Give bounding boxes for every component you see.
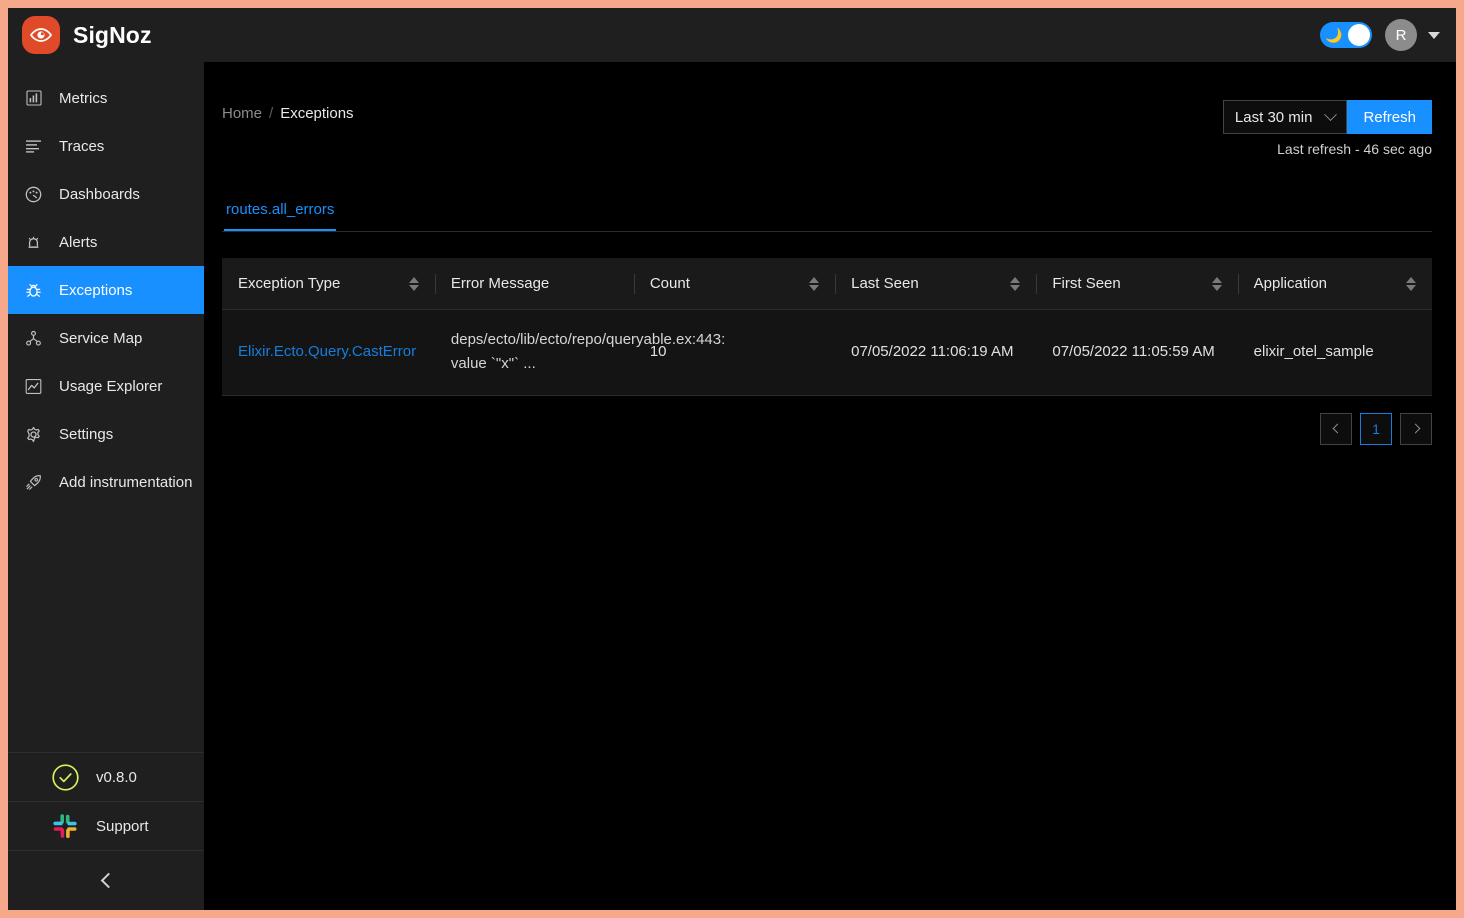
column-header-error-message[interactable]: Error Message bbox=[434, 258, 634, 310]
time-range-select[interactable]: Last 30 min bbox=[1222, 100, 1348, 134]
line-chart-icon bbox=[25, 378, 42, 395]
exceptions-table: Exception Type Error Message Count Last … bbox=[222, 258, 1432, 445]
brand-logo[interactable]: SigNoz bbox=[14, 16, 152, 54]
tab-routes-all-errors[interactable]: routes.all_errors bbox=[224, 201, 337, 231]
rocket-icon bbox=[25, 474, 42, 491]
column-label: Application bbox=[1253, 275, 1328, 292]
tab-bar: routes.all_errors bbox=[222, 201, 1432, 232]
column-header-first-seen[interactable]: First Seen bbox=[1036, 258, 1238, 310]
sidebar-item-service-map[interactable]: Service Map bbox=[8, 314, 204, 362]
pagination-page-1[interactable]: 1 bbox=[1360, 412, 1392, 445]
sort-icon[interactable] bbox=[809, 276, 820, 291]
column-label: Last Seen bbox=[851, 275, 919, 292]
caret-down-icon[interactable] bbox=[1428, 31, 1440, 39]
sort-icon[interactable] bbox=[1406, 276, 1416, 291]
sort-icon[interactable] bbox=[1211, 276, 1222, 291]
eye-icon bbox=[22, 16, 60, 54]
brand-name: SigNoz bbox=[73, 21, 152, 48]
column-header-last-seen[interactable]: Last Seen bbox=[835, 258, 1037, 310]
chevron-down-icon bbox=[1324, 107, 1338, 121]
pagination-prev-button[interactable] bbox=[1320, 412, 1352, 445]
breadcrumb-current: Exceptions bbox=[280, 105, 354, 122]
browser-frame: SigNoz 🌙 R Metrics Traces Dashboards Ale… bbox=[0, 0, 1464, 918]
pagination-next-button[interactable] bbox=[1400, 412, 1432, 445]
version-row[interactable]: v0.8.0 bbox=[8, 752, 204, 801]
pagination: 1 bbox=[222, 412, 1432, 445]
sidebar-item-label: Exceptions bbox=[59, 281, 133, 299]
exception-type-link[interactable]: Elixir.Ecto.Query.CastError bbox=[238, 343, 416, 360]
cell-error-message: deps/ecto/lib/ecto/repo/queryable.ex:443… bbox=[434, 309, 725, 396]
chevron-left-icon bbox=[100, 872, 116, 889]
table-row[interactable]: Elixir.Ecto.Query.CastError deps/ecto/li… bbox=[222, 309, 1432, 396]
chevron-left-icon bbox=[1332, 423, 1342, 434]
sidebar-nav: Metrics Traces Dashboards Alerts Excepti… bbox=[8, 62, 204, 752]
cell-application: elixir_otel_sample bbox=[1237, 309, 1432, 396]
version-label: v0.8.0 bbox=[96, 768, 137, 786]
sidebar-item-usage-explorer[interactable]: Usage Explorer bbox=[8, 362, 204, 410]
sidebar-collapse-button[interactable] bbox=[8, 850, 204, 910]
sidebar-item-label: Alerts bbox=[59, 233, 98, 251]
breadcrumb: Home / Exceptions bbox=[222, 100, 354, 122]
header-actions: 🌙 R bbox=[1320, 19, 1440, 51]
cell-first-seen: 07/05/2022 11:05:59 AM bbox=[1036, 309, 1238, 396]
sidebar-item-label: Settings bbox=[59, 425, 114, 443]
bug-icon bbox=[25, 282, 42, 299]
column-header-count[interactable]: Count bbox=[633, 258, 836, 310]
toggle-knob bbox=[1348, 24, 1370, 46]
content-topbar: Home / Exceptions Last 30 min Refresh Last… bbox=[222, 100, 1432, 157]
app-body: Metrics Traces Dashboards Alerts Excepti… bbox=[8, 62, 1456, 910]
dashboard-gauge-icon bbox=[25, 186, 42, 203]
avatar[interactable]: R bbox=[1385, 19, 1417, 51]
bar-chart-icon bbox=[25, 90, 42, 107]
cell-exception-type: Elixir.Ecto.Query.CastError bbox=[222, 309, 435, 396]
sidebar-item-traces[interactable]: Traces bbox=[8, 122, 204, 170]
sidebar-item-dashboards[interactable]: Dashboards bbox=[8, 170, 204, 218]
column-label: First Seen bbox=[1052, 275, 1121, 292]
last-refresh-text: Last refresh - 46 sec ago bbox=[1277, 141, 1432, 157]
column-header-application[interactable]: Application bbox=[1237, 258, 1432, 310]
breadcrumb-home[interactable]: Home bbox=[222, 105, 262, 122]
sidebar-item-label: Dashboards bbox=[59, 185, 140, 203]
table-header-row: Exception Type Error Message Count Last … bbox=[222, 258, 1432, 310]
sidebar-item-metrics[interactable]: Metrics bbox=[8, 74, 204, 122]
check-circle-icon bbox=[50, 762, 80, 792]
column-label: Error Message bbox=[450, 275, 550, 292]
cell-last-seen: 07/05/2022 11:06:19 AM bbox=[835, 309, 1037, 396]
theme-toggle[interactable]: 🌙 bbox=[1320, 22, 1372, 48]
node-graph-icon bbox=[25, 330, 42, 347]
moon-icon: 🌙 bbox=[1325, 27, 1343, 43]
column-header-exception-type[interactable]: Exception Type bbox=[222, 258, 435, 310]
sidebar-item-settings[interactable]: Settings bbox=[8, 410, 204, 458]
sidebar-item-exceptions[interactable]: Exceptions bbox=[8, 266, 204, 314]
breadcrumb-separator: / bbox=[269, 105, 274, 122]
sidebar-item-label: Usage Explorer bbox=[59, 377, 163, 395]
app-header: SigNoz 🌙 R bbox=[8, 8, 1456, 62]
sort-icon[interactable] bbox=[1010, 276, 1021, 291]
main-content: Home / Exceptions Last 30 min Refresh Last… bbox=[204, 62, 1456, 910]
slack-icon bbox=[50, 811, 80, 841]
signoz-app: SigNoz 🌙 R Metrics Traces Dashboards Ale… bbox=[8, 8, 1456, 910]
cell-count: 10 bbox=[633, 309, 836, 396]
sidebar-item-label: Traces bbox=[59, 137, 105, 155]
gear-icon bbox=[25, 426, 42, 443]
column-label: Count bbox=[649, 275, 690, 292]
support-row[interactable]: Support bbox=[8, 801, 204, 850]
alert-bell-icon bbox=[25, 234, 42, 251]
sidebar-item-label: Metrics bbox=[59, 89, 108, 107]
sort-icon[interactable] bbox=[408, 276, 419, 291]
sidebar-item-label: Add instrumentation bbox=[59, 473, 193, 491]
sidebar-footer: v0.8.0 Support bbox=[8, 752, 204, 910]
sidebar-item-label: Service Map bbox=[59, 329, 143, 347]
refresh-button[interactable]: Refresh bbox=[1347, 100, 1432, 134]
sidebar-item-add-instrumentation[interactable]: Add instrumentation bbox=[8, 458, 204, 506]
sidebar: Metrics Traces Dashboards Alerts Excepti… bbox=[8, 62, 204, 910]
list-lines-icon bbox=[25, 138, 42, 155]
sidebar-item-alerts[interactable]: Alerts bbox=[8, 218, 204, 266]
column-label: Exception Type bbox=[238, 275, 341, 292]
support-label: Support bbox=[96, 817, 149, 835]
time-controls: Last 30 min Refresh Last refresh - 46 se… bbox=[1222, 100, 1432, 157]
chevron-right-icon bbox=[1410, 423, 1420, 434]
time-range-value: Last 30 min bbox=[1234, 108, 1313, 126]
